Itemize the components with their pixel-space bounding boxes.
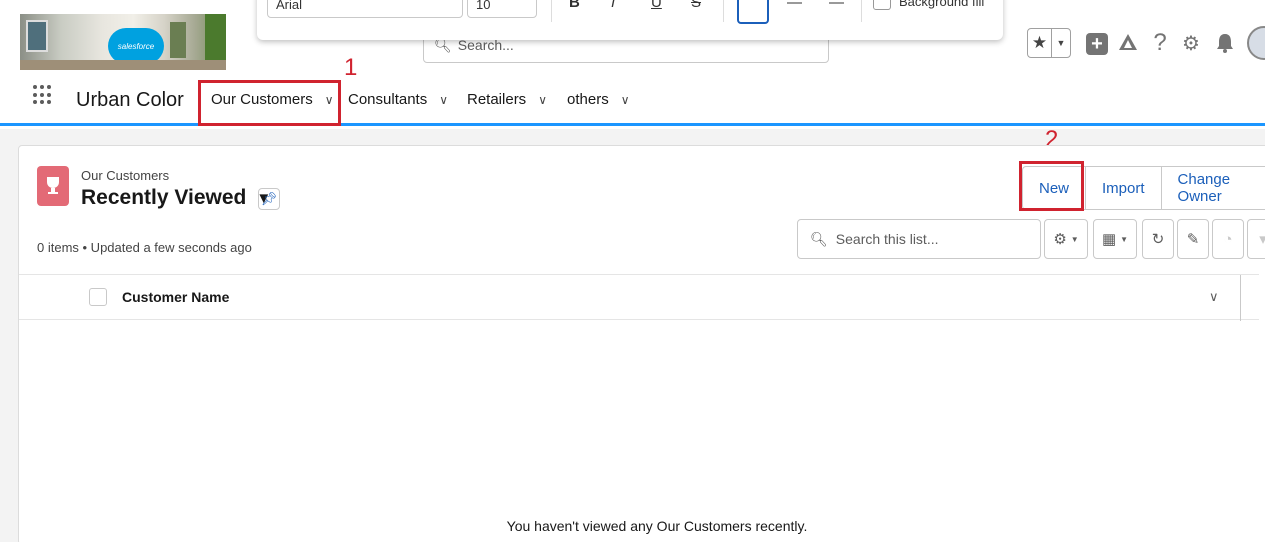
list-view-title: Recently Viewed [81,186,247,209]
align-center-button[interactable]: — [787,0,802,14]
list-view-selector[interactable]: Recently Viewed ▼ [81,186,271,210]
background-fill-label: Background fill [899,0,985,9]
filter-button[interactable]: ▾ [1247,219,1265,259]
waffle-dot [33,100,37,105]
bold-button[interactable]: B [569,0,580,14]
annotation-highlight-new [1019,161,1084,211]
nav-tab-retailers[interactable]: Retailers ∨ [467,91,547,108]
chevron-down-icon: ▼ [1120,234,1129,244]
list-search-input[interactable]: 🔍︎ Search this list... [797,219,1041,259]
global-header: salesforce 🔍︎ Search... Arial 10 B I U S… [0,0,1265,80]
change-owner-button[interactable]: Change Owner [1162,167,1265,209]
chevron-down-icon[interactable]: ▼ [1052,29,1070,57]
annotation-step-1: 1 [344,54,358,81]
background-fill-checkbox[interactable] [873,0,891,10]
logo-text: salesforce [117,41,155,51]
object-label: Our Customers [81,168,170,183]
company-logo[interactable]: salesforce [20,14,226,70]
waffle-dot [40,92,44,97]
font-size-select[interactable]: 10 [467,0,537,18]
app-navigation-bar: Urban Color Our Customers ∨ Consultants ∨ … [0,80,1265,126]
bell-icon[interactable] [1212,28,1238,58]
underline-button[interactable]: U [651,0,662,14]
waffle-dot [33,85,37,89]
waffle-dot [47,85,51,89]
gear-icon[interactable]: ⚙ [1178,28,1204,58]
logo-window-art [26,20,48,52]
chevron-down-icon: ▼ [1070,234,1079,244]
table-icon: ▦ [1101,231,1117,248]
column-resize-handle[interactable] [1240,275,1241,321]
display-as-button[interactable]: ▦ ▼ [1093,219,1137,259]
chevron-down-icon[interactable]: ∨ [621,93,630,107]
background-fill-option[interactable]: Background fill [873,0,984,10]
align-left-button[interactable] [737,0,769,24]
change-owner-button-label: Change Owner [1177,171,1231,205]
table-header-row: Customer Name ∨ [19,274,1259,321]
nav-tab-consultants[interactable]: Consultants ∨ [348,91,448,108]
filter-icon: ▾ [1259,231,1265,248]
waffle-dot [33,92,37,97]
app-launcher-icon[interactable] [33,85,53,105]
font-size-value: 10 [476,0,491,12]
trailhead-icon[interactable] [1115,28,1141,58]
nav-tab-label: Retailers [467,91,527,108]
chevron-down-icon[interactable]: ∨ [439,93,448,107]
user-avatar[interactable] [1247,26,1265,60]
empty-state-message: You haven't viewed any Our Customers rec… [506,518,808,534]
toolbar-divider [723,0,724,22]
italic-button[interactable]: I [611,0,615,14]
logo-floor-art [20,60,226,70]
list-view-card: Our Customers Recently Viewed ▼ 📌︎ 0 item… [18,145,1265,542]
star-icon[interactable]: ★ [1028,29,1052,57]
list-search-placeholder: Search this list... [835,231,939,247]
annotation-highlight-our-customers [198,80,341,126]
font-family-select[interactable]: Arial [267,0,463,18]
import-button-label: Import [1102,179,1145,197]
waffle-dot [47,92,51,97]
pencil-icon: ✎ [1186,231,1200,248]
nav-tab-others[interactable]: others ∨ [567,91,630,108]
logo-wall-art [170,22,186,58]
font-family-value: Arial [276,0,303,12]
nav-tab-label: Consultants [348,91,428,108]
waffle-dot [40,100,44,105]
toolbar-divider [551,0,552,22]
rich-text-toolbar: Arial 10 B I U S — — Background fill [257,0,1003,40]
list-settings-button[interactable]: ⚙ ▼ [1044,219,1088,259]
plus-icon[interactable]: + [1086,33,1108,55]
trophy-icon [37,166,69,206]
favorites-button-group[interactable]: ★ ▼ [1027,28,1071,58]
app-name: Urban Color [76,89,184,111]
import-button[interactable]: Import [1086,167,1162,209]
help-icon[interactable]: ? [1150,28,1170,58]
chevron-down-icon[interactable]: ∨ [538,93,547,107]
list-meta-status: 0 items • Updated a few seconds ago [37,240,252,255]
refresh-icon: ↻ [1151,231,1165,248]
waffle-dot [40,85,44,89]
waffle-dot [47,100,51,105]
column-header-customer-name[interactable]: Customer Name [122,289,229,305]
pie-chart-icon: ◔ [1223,230,1233,248]
nav-tab-label: others [567,91,609,108]
gear-icon: ⚙ [1053,231,1067,248]
edit-list-button[interactable]: ✎ [1177,219,1209,259]
select-all-checkbox[interactable] [89,288,107,306]
align-right-button[interactable]: — [829,0,844,14]
refresh-button[interactable]: ↻ [1142,219,1174,259]
search-icon: 🔍︎ [810,230,828,247]
pin-icon[interactable]: 📌︎ [258,188,280,210]
chevron-down-icon[interactable]: ∨ [1209,289,1219,305]
strikethrough-button[interactable]: S [691,0,701,14]
charts-button[interactable]: ◔ [1212,219,1244,259]
salesforce-cloud-logo: salesforce [108,28,164,64]
toolbar-divider [861,0,862,22]
